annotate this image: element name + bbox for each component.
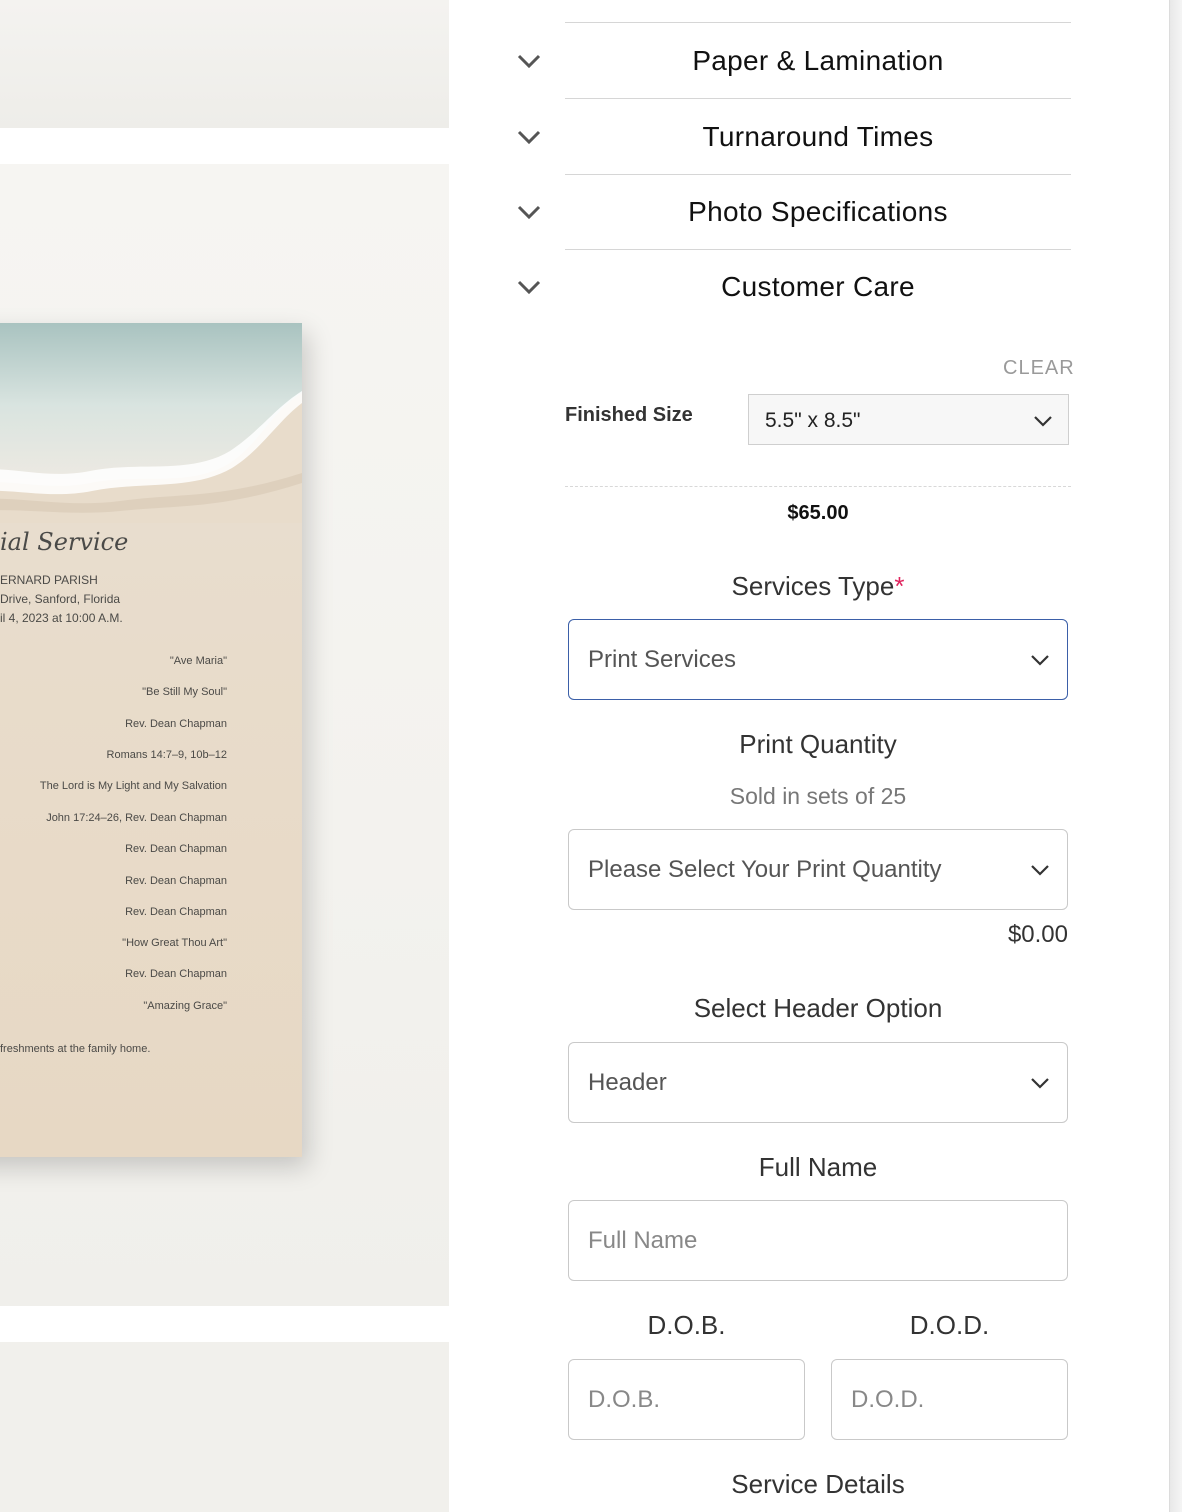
accordion-label[interactable]: Turnaround Times — [565, 99, 1071, 175]
chevron-down-icon[interactable] — [515, 123, 543, 151]
accordion-label[interactable]: Photo Specifications — [565, 174, 1071, 250]
print-quantity-select[interactable]: Please Select Your Print Quantity — [568, 829, 1068, 910]
header-option-value: Header — [588, 1069, 667, 1096]
program-line: Rev. Dean Chapman — [125, 718, 227, 730]
dob-input[interactable] — [569, 1360, 804, 1439]
dod-label: D.O.D. — [909, 1310, 990, 1340]
program-line: Rev. Dean Chapman — [125, 843, 227, 855]
program-line: Rev. Dean Chapman — [125, 906, 227, 918]
accordion-turnaround-times[interactable]: Turnaround Times — [449, 99, 1169, 175]
beach-wave-image — [0, 323, 302, 523]
program-line: The Lord is My Light and My Salvation — [39, 780, 227, 792]
print-quantity-price: $0.00 — [1007, 921, 1068, 948]
print-quantity-note: Sold in sets of 25 — [729, 783, 907, 809]
base-price: $65.00 — [787, 502, 849, 524]
full-name-field[interactable] — [568, 1200, 1068, 1281]
chevron-down-icon — [1031, 655, 1049, 666]
services-type-select[interactable]: Print Services — [568, 619, 1068, 700]
dod-input[interactable] — [832, 1360, 1067, 1439]
clear-button[interactable]: CLEAR — [1003, 357, 1075, 380]
product-options-panel: Paper & Lamination Turnaround Times Phot… — [449, 0, 1169, 1512]
dob-field[interactable] — [568, 1359, 805, 1440]
finished-size-value: 5.5" x 8.5" — [765, 409, 861, 432]
scrollbar-track[interactable] — [1169, 0, 1182, 1512]
accordion-label[interactable]: Customer Care — [565, 249, 1071, 325]
program-line: Rev. Dean Chapman — [125, 875, 227, 887]
accordion-label[interactable]: Paper & Lamination — [565, 23, 1071, 99]
full-name-input[interactable] — [569, 1201, 1067, 1280]
program-line: "Ave Maria" — [169, 655, 227, 667]
card-date: il 4, 2023 at 10:00 A.M. — [0, 611, 123, 625]
chevron-down-icon[interactable] — [515, 273, 543, 301]
accordion-photo-specifications[interactable]: Photo Specifications — [449, 174, 1169, 250]
gallery-thumbnail-previous[interactable] — [0, 0, 449, 128]
chevron-down-icon[interactable] — [515, 47, 543, 75]
card-address: Drive, Sanford, Florida — [0, 592, 121, 606]
gallery-thumbnail-next[interactable] — [0, 1342, 449, 1512]
services-type-label: Services Type* — [568, 571, 1068, 602]
full-name-label: Full Name — [758, 1152, 878, 1182]
accordion-customer-care[interactable]: Customer Care — [449, 249, 1169, 325]
finished-size-label: Finished Size — [565, 404, 693, 426]
services-type-label-text: Services Type — [731, 571, 895, 601]
header-option-label: Select Header Option — [693, 993, 943, 1023]
chevron-down-icon — [1034, 416, 1052, 427]
memorial-program-card: ial Service ERNARD PARISH Drive, Sanford… — [0, 323, 302, 1157]
program-line: "Be Still My Soul" — [142, 686, 227, 698]
accordion-paper-lamination[interactable]: Paper & Lamination — [449, 23, 1169, 99]
divider — [565, 486, 1071, 487]
print-quantity-label: Print Quantity — [739, 729, 897, 759]
program-line: "Amazing Grace" — [143, 1000, 227, 1012]
print-quantity-value: Please Select Your Print Quantity — [588, 856, 942, 883]
program-line: Romans 14:7–9, 10b–12 — [106, 749, 227, 761]
card-church: ERNARD PARISH — [0, 573, 98, 587]
chevron-down-icon[interactable] — [515, 198, 543, 226]
chevron-down-icon — [1031, 865, 1049, 876]
service-details-label: Service Details — [731, 1469, 905, 1499]
program-line: "How Great Thou Art" — [122, 937, 227, 949]
chevron-down-icon — [1031, 1078, 1049, 1089]
dod-field[interactable] — [831, 1359, 1068, 1440]
header-option-select[interactable]: Header — [568, 1042, 1068, 1123]
required-mark: * — [894, 571, 905, 601]
program-line: John 17:24–26, Rev. Dean Chapman — [46, 812, 227, 824]
program-line: Rev. Dean Chapman — [125, 968, 227, 980]
dob-label: D.O.B. — [647, 1310, 726, 1340]
product-gallery: ial Service ERNARD PARISH Drive, Sanford… — [0, 0, 449, 1512]
finished-size-select[interactable]: 5.5" x 8.5" — [748, 394, 1069, 445]
card-title: ial Service — [0, 528, 129, 556]
services-type-value: Print Services — [588, 646, 737, 673]
card-footer: freshments at the family home. — [0, 1043, 151, 1055]
